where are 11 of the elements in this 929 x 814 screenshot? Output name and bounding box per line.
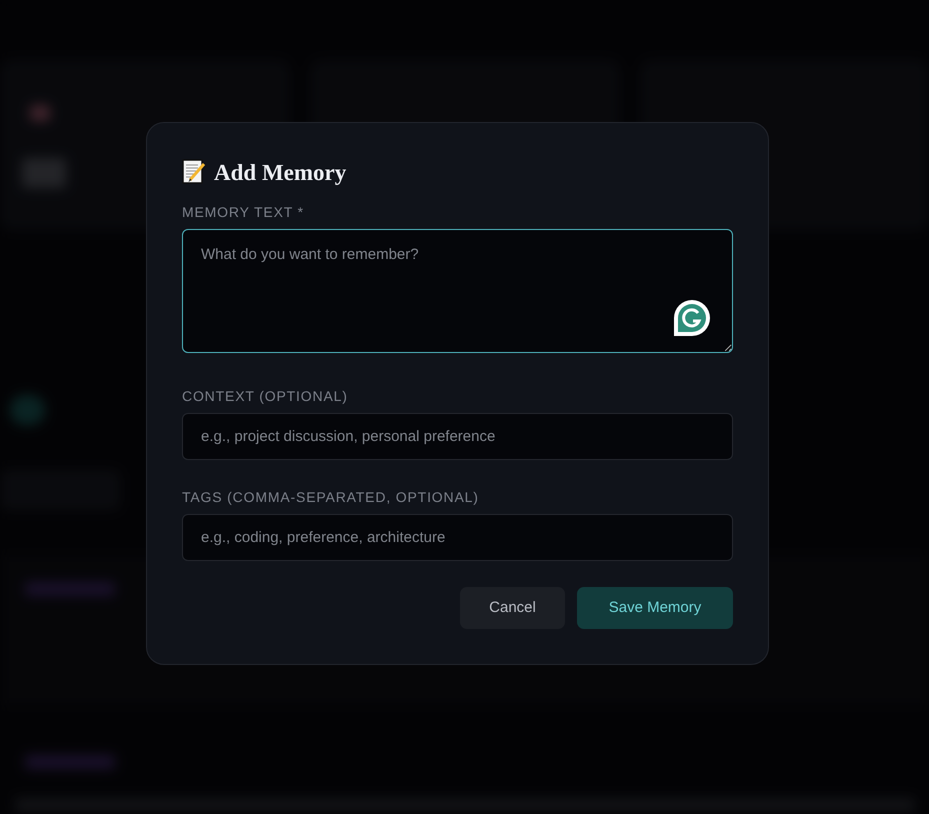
memo-pencil-icon <box>182 159 206 185</box>
memory-text-area[interactable]: What do you want to remember? <box>182 229 733 353</box>
save-button[interactable]: Save Memory <box>577 587 733 629</box>
text-input-field[interactable]: e.g., project discussion, personal preference <box>182 413 733 460</box>
field-label: MEMORY TEXT * <box>182 205 305 219</box>
assistant-badge-icon[interactable] <box>673 299 711 337</box>
dialog-title: Add Memory <box>214 160 346 184</box>
text-input-field[interactable]: e.g., coding, preference, architecture <box>182 514 733 561</box>
cancel-button[interactable]: Cancel <box>460 587 565 629</box>
field-label: TAGS (COMMA-SEPARATED, OPTIONAL) <box>182 490 480 504</box>
field-label: CONTEXT (OPTIONAL) <box>182 389 349 403</box>
